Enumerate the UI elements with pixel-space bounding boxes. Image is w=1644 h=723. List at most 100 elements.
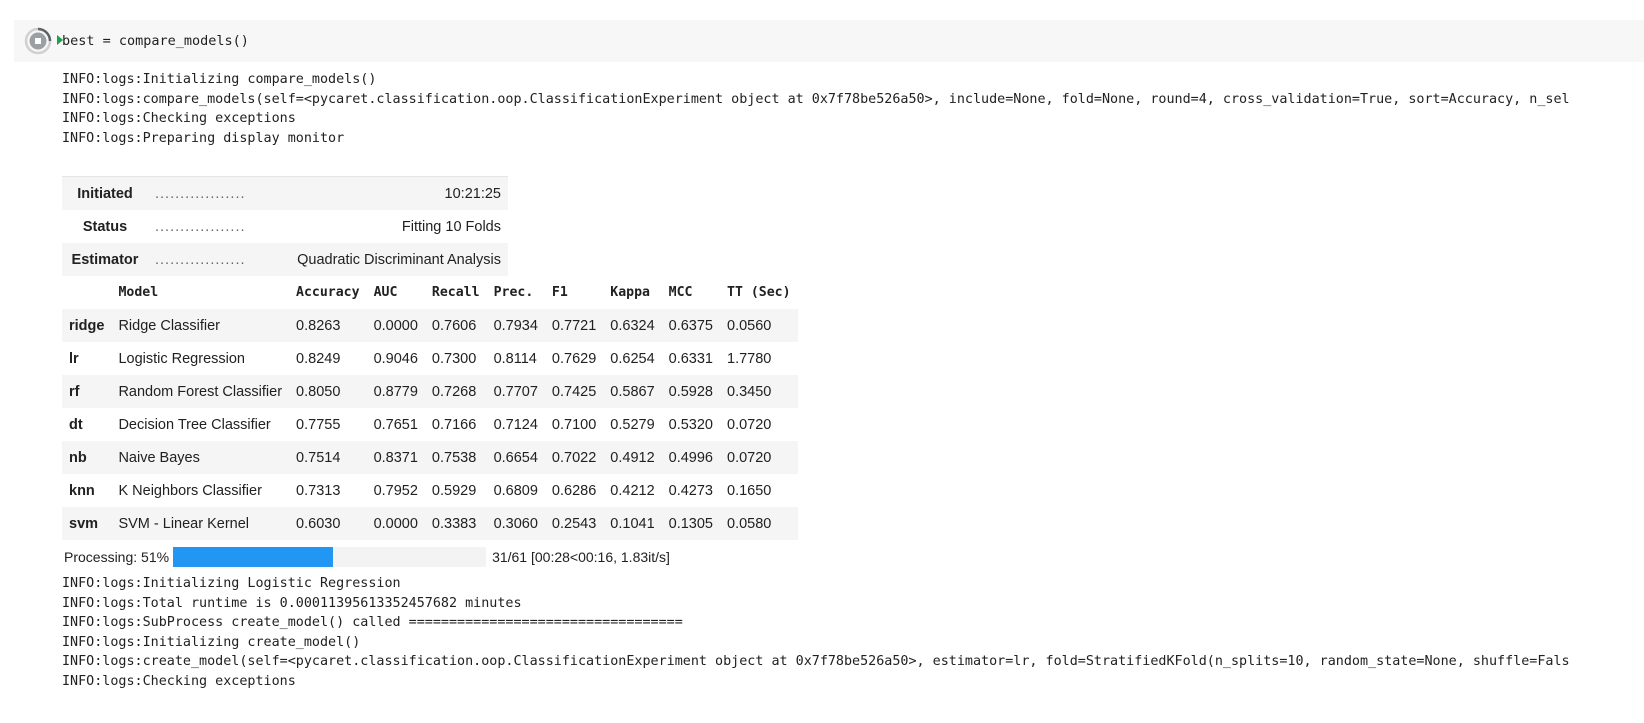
metric-cell: 0.7606 <box>424 309 487 342</box>
column-header: Prec. <box>493 285 534 300</box>
monitor-row: Status .................. Fitting 10 Fol… <box>62 210 508 243</box>
table-header-row: Model Accuracy AUC Recall Prec. F1 Kappa… <box>62 276 798 309</box>
metric-cell: 0.7022 <box>544 441 604 474</box>
cell-output-bottom: INFO:logs:Initializing Logistic Regressi… <box>62 574 1644 691</box>
column-header: MCC <box>668 285 693 300</box>
metric-cell: 0.7100 <box>551 416 597 433</box>
monitor-value: Fitting 10 Folds <box>401 218 501 235</box>
monitor-row: Initiated .................. 10:21:25 <box>62 176 508 210</box>
metric-cell: 0.7124 <box>493 416 538 433</box>
metric-cell: 0.0000 <box>366 507 425 540</box>
model-name-cell: SVM - Linear Kernel <box>111 507 290 540</box>
log-line: INFO:logs:Initializing compare_models() <box>62 72 377 87</box>
metric-cell: 0.9046 <box>373 350 418 367</box>
monitor-row: Estimator .................. Quadratic D… <box>62 243 508 276</box>
metric-cell: 0.7425 <box>544 375 604 408</box>
model-name-cell: Random Forest Classifier <box>111 375 290 408</box>
metric-cell: 0.7755 <box>296 416 341 433</box>
metric-cell: 0.7538 <box>424 441 487 474</box>
model-name-cell: Decision Tree Classifier <box>118 416 271 433</box>
metric-cell: 0.1305 <box>661 507 720 540</box>
metric-cell: 0.7952 <box>373 482 418 499</box>
metric-cell: 0.4996 <box>661 441 720 474</box>
metric-cell: 0.8371 <box>366 441 425 474</box>
metric-cell: 0.3060 <box>486 507 545 540</box>
progress-indicator: Processing: 51% 31/61 [00:28<00:16, 1.83… <box>62 546 670 568</box>
metric-cell: 0.8050 <box>289 375 367 408</box>
row-index: svm <box>62 507 112 540</box>
model-name-cell: K Neighbors Classifier <box>118 482 262 499</box>
log-line: INFO:logs:Initializing create_model() <box>62 634 361 650</box>
metric-cell: 0.3450 <box>720 375 798 408</box>
metric-cell: 0.5867 <box>603 375 662 408</box>
metric-cell: 0.4912 <box>603 441 662 474</box>
metric-cell: 0.5928 <box>661 375 720 408</box>
table-row: nb Naive Bayes 0.7514 0.8371 0.7538 0.6654 0.7… <box>62 441 798 474</box>
monitor-dots: .................. <box>148 176 290 210</box>
model-name-cell: Logistic Regression <box>118 350 245 367</box>
metric-cell: 0.7934 <box>486 309 545 342</box>
column-header <box>62 276 111 309</box>
metric-cell: 0.5929 <box>431 482 477 499</box>
metric-cell: 0.0720 <box>727 416 772 433</box>
log-line: INFO:logs:Checking exceptions <box>62 111 296 126</box>
log-line: INFO:logs:Checking exceptions <box>62 673 296 689</box>
monitor-value: 10:21:25 <box>290 176 508 210</box>
monitor-value: Quadratic Discriminant Analysis <box>290 243 508 276</box>
code-editor[interactable]: best = compare_models() <box>62 33 249 49</box>
table-row: svm SVM - Linear Kernel 0.6030 0.0000 0.3383… <box>62 507 798 540</box>
progress-bar <box>173 547 487 567</box>
metric-cell: 0.0560 <box>720 309 798 342</box>
monitor-dots: .................. <box>155 218 246 235</box>
metric-cell: 0.8779 <box>366 375 425 408</box>
metric-cell: 0.7651 <box>373 416 418 433</box>
row-index: ridge <box>62 309 112 342</box>
log-line: INFO:logs:compare_models(self=<pycaret.c… <box>62 91 1570 107</box>
metric-cell: 0.3383 <box>424 507 487 540</box>
metric-cell: 0.7166 <box>431 416 477 433</box>
metric-cell: 0.6331 <box>668 350 713 367</box>
metric-cell: 0.5320 <box>668 416 713 433</box>
row-index: rf <box>62 375 112 408</box>
progress-label: Processing: 51% <box>64 549 170 565</box>
column-header: TT (Sec) <box>727 285 791 300</box>
metric-cell: 0.7300 <box>431 350 477 367</box>
table-row: rf Random Forest Classifier 0.8050 0.8779 0.… <box>62 375 798 408</box>
stop-execution-button[interactable] <box>24 27 52 55</box>
metric-cell: 0.1041 <box>603 507 662 540</box>
model-name-cell: Ridge Classifier <box>111 309 290 342</box>
column-header: Model <box>118 285 159 300</box>
code-cell-input[interactable]: best = compare_models() <box>14 20 1644 62</box>
column-header: AUC <box>373 285 398 300</box>
table-body: ridge Ridge Classifier 0.8263 0.0000 0.7606 0… <box>62 309 798 540</box>
metric-cell: 0.8263 <box>289 309 367 342</box>
cell-output-top: INFO:logs:Initializing compare_models() … <box>62 70 1644 148</box>
log-line: INFO:logs:SubProcess create_model() call… <box>62 615 683 630</box>
table-row: dt Decision Tree Classifier 0.7755 0.7651 0.… <box>62 408 798 441</box>
log-line: INFO:logs:create_model(self=<pycaret.cla… <box>62 654 1570 669</box>
progress-bar-fill <box>173 547 333 567</box>
display-monitor-table: Initiated .................. 10:21:25 St… <box>62 176 508 276</box>
metric-cell: 0.2543 <box>544 507 604 540</box>
table-row: knn K Neighbors Classifier 0.7313 0.7952 0.5… <box>62 474 798 507</box>
column-header: Kappa <box>610 285 650 300</box>
metric-cell: 0.0720 <box>720 441 798 474</box>
log-line: INFO:logs:Preparing display monitor <box>62 130 345 146</box>
metric-cell: 0.0580 <box>720 507 798 540</box>
column-header: F1 <box>551 285 568 300</box>
metric-cell: 0.6254 <box>610 350 655 367</box>
stop-circle-icon <box>24 27 52 55</box>
metric-cell: 0.8114 <box>493 350 537 367</box>
metric-cell: 0.7313 <box>296 482 341 499</box>
metric-cell: 0.7721 <box>544 309 604 342</box>
metric-cell: 0.0000 <box>366 309 425 342</box>
metric-cell: 0.6286 <box>551 482 597 499</box>
model-comparison-table: Model Accuracy AUC Recall Prec. F1 Kappa… <box>62 276 798 540</box>
table-row: lr Logistic Regression 0.8249 0.9046 0.7300 0… <box>62 342 798 375</box>
metric-cell: 0.7514 <box>289 441 367 474</box>
column-header: Recall <box>431 285 480 300</box>
metric-cell: 0.6809 <box>493 482 538 499</box>
row-index: knn <box>69 482 95 499</box>
monitor-key: Initiated <box>62 176 148 210</box>
row-index: nb <box>62 441 112 474</box>
